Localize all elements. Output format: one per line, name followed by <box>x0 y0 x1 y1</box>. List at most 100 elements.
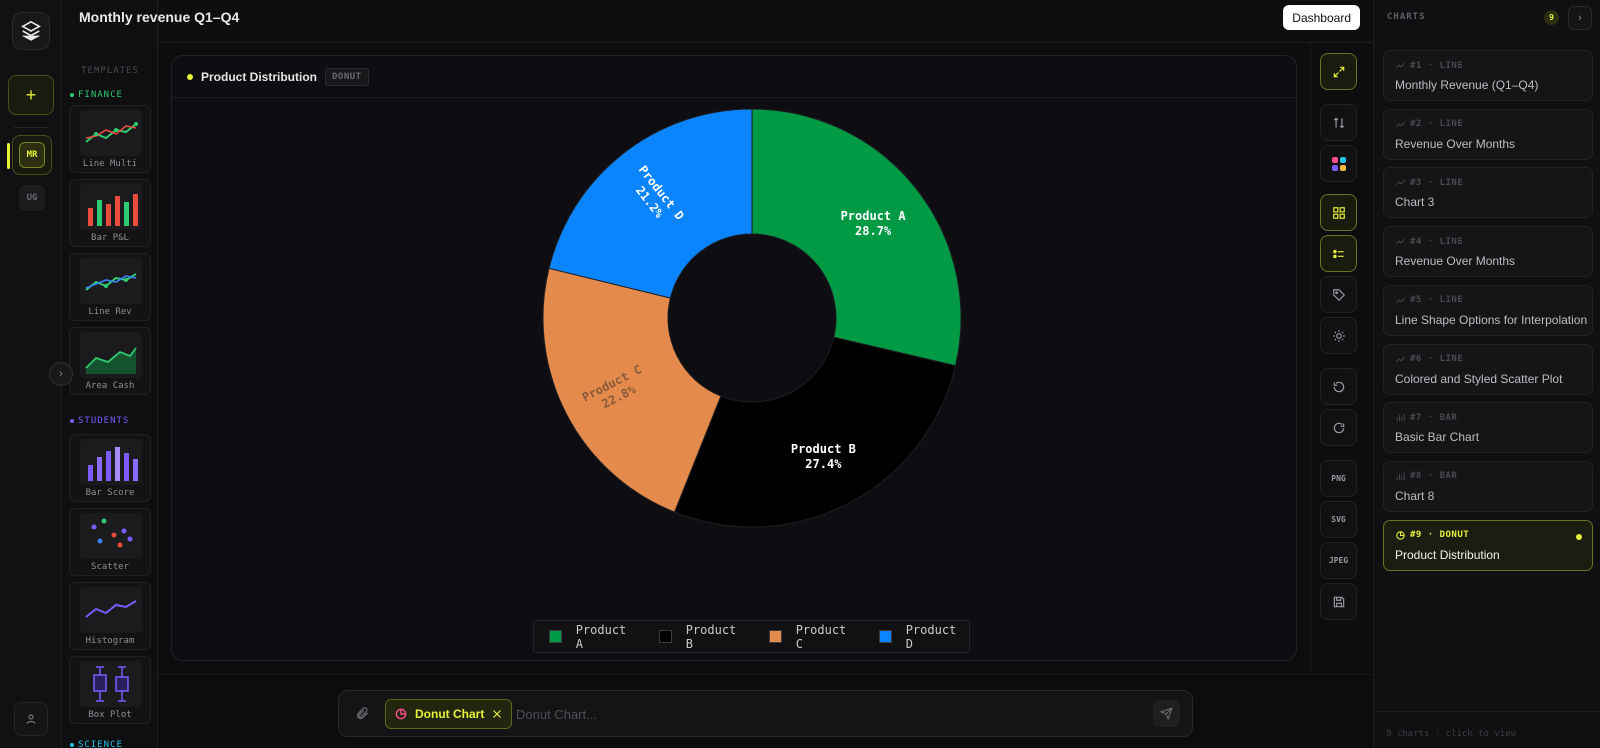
line-chart-icon <box>1396 121 1405 127</box>
donut-slice[interactable] <box>673 336 957 528</box>
grid-toggle-button[interactable] <box>1320 194 1357 231</box>
legend-swatch <box>549 630 562 643</box>
histogram-icon <box>85 600 137 618</box>
template-thumbnail <box>80 184 142 230</box>
chart-list-item[interactable]: #1 · LINE Monthly Revenue (Q1–Q4) <box>1383 50 1593 101</box>
template-bar-pl[interactable]: Bar P&L <box>69 179 151 247</box>
line-chart-icon <box>1396 62 1405 69</box>
export-svg-button[interactable]: SVG <box>1320 501 1357 538</box>
export-png-button[interactable]: PNG <box>1320 460 1357 497</box>
template-histogram[interactable]: Histogram <box>69 582 151 650</box>
labels-toggle-button[interactable] <box>1320 276 1357 313</box>
page-title: Monthly revenue Q1–Q4 <box>79 9 240 25</box>
line-chart-icon <box>1396 356 1405 362</box>
legend-label: Product D <box>905 622 957 651</box>
send-button[interactable] <box>1153 700 1180 727</box>
bar-chart-icon <box>1396 414 1405 422</box>
expand-button[interactable] <box>1320 53 1357 90</box>
theme-toggle-button[interactable] <box>1320 317 1357 354</box>
chart-item-name: Colored and Styled Scatter Plot <box>1395 371 1563 386</box>
close-icon[interactable] <box>491 708 503 720</box>
box-plot-icon <box>93 666 129 702</box>
new-chart-button[interactable]: + <box>8 75 54 115</box>
chart-list-item[interactable]: #3 · LINE Chart 3 <box>1383 167 1593 219</box>
swap-axes-button[interactable] <box>1320 104 1357 141</box>
chart-list-item[interactable]: #4 · LINE Revenue Over Months <box>1383 226 1593 278</box>
chart-item-meta: #1 · LINE <box>1395 60 1463 71</box>
prompt-box: Donut Chart <box>338 690 1193 737</box>
rail-divider <box>14 127 48 128</box>
chart-list-item[interactable]: #2 · LINE Revenue Over Months <box>1383 108 1593 160</box>
chevron-right-icon: › <box>1578 12 1582 24</box>
user-icon <box>26 714 36 724</box>
chart-item-meta: #7 · BAR <box>1395 412 1457 423</box>
template-group-students: STUDENTS <box>70 416 129 426</box>
palette-icon <box>1331 156 1346 171</box>
chart-toolbar: PNG SVG JPEG <box>1310 43 1372 674</box>
chart-item-meta: #2 · LINE <box>1395 119 1463 130</box>
template-thumbnail <box>80 110 142 156</box>
app-root: + MR UG › TEMPLATES FINANCE Line Multi B… <box>0 0 1600 748</box>
group-dot <box>70 93 74 97</box>
chart-item-name: Chart 3 <box>1395 195 1435 210</box>
chart-list-item[interactable]: #8 · BAR Chart 8 <box>1383 460 1593 512</box>
chart-list-item[interactable]: #6 · LINE Colored and Styled Scatter Plot <box>1383 343 1593 395</box>
chart-item-type: #6 · LINE <box>1410 354 1464 364</box>
chart-type-chip[interactable]: Donut Chart <box>385 699 513 729</box>
sidebar-toggle-button[interactable]: › <box>49 362 73 386</box>
rail-project-ug[interactable]: UG <box>12 178 52 218</box>
rail-project-mr[interactable]: MR <box>12 135 52 175</box>
grid-icon <box>1332 206 1345 219</box>
chart-item-name: Revenue Over Months <box>1395 254 1516 269</box>
dashboard-button[interactable]: Dashboard <box>1283 5 1360 30</box>
chart-item-type: #5 · LINE <box>1410 295 1464 306</box>
template-scatter[interactable]: Scatter <box>69 508 151 576</box>
chart-item-type: #9 · DONUT <box>1410 530 1470 541</box>
group-label: SCIENCE <box>78 740 123 748</box>
template-thumbnail <box>80 258 142 304</box>
slice-label-name: Product B <box>791 442 856 456</box>
template-box-plot[interactable]: Box Plot <box>69 656 151 724</box>
template-label: Bar Score <box>85 488 135 498</box>
prompt-input[interactable] <box>516 703 1136 725</box>
group-label: FINANCE <box>78 90 123 100</box>
legend-swatch <box>659 630 672 643</box>
legend-item[interactable]: Product C <box>769 623 859 651</box>
legend-item[interactable]: Product D <box>879 623 969 651</box>
chart-item-type: #1 · LINE <box>1410 60 1464 71</box>
top-header: Monthly revenue Q1–Q4 Dashboard <box>79 0 1372 43</box>
chart-list-item[interactable]: #9 · DONUT Product Distribution <box>1383 519 1593 571</box>
template-area-cash[interactable]: Area Cash <box>69 327 151 395</box>
logo[interactable] <box>12 12 50 50</box>
legend-toggle-button[interactable] <box>1320 235 1357 272</box>
export-jpeg-button[interactable]: JPEG <box>1320 542 1357 579</box>
template-bar-score[interactable]: Bar Score <box>69 434 151 502</box>
palette-button[interactable] <box>1320 145 1357 182</box>
donut-chart[interactable]: Product A28.7%Product B27.4%Product C22.… <box>172 56 1298 662</box>
template-group-science: SCIENCE <box>70 740 123 748</box>
save-button[interactable] <box>1320 583 1357 620</box>
prompt-area: Donut Chart <box>158 674 1372 748</box>
chart-list-item[interactable]: #7 · BAR Basic Bar Chart <box>1383 402 1593 454</box>
template-line-multi[interactable]: Line Multi <box>69 105 151 173</box>
chart-list-item[interactable]: #5 · LINE Line Shape Options for Interpol… <box>1383 284 1593 336</box>
charts-footer: 9 charts · click to view <box>1374 711 1600 748</box>
chart-item-name: Basic Bar Chart <box>1395 430 1480 445</box>
chevron-right-icon: › <box>59 368 63 380</box>
chart-legend: Product A Product B Product C Product D <box>533 620 970 653</box>
user-button[interactable] <box>14 702 48 736</box>
expand-icon <box>1333 66 1344 77</box>
template-line-rev[interactable]: Line Rev <box>69 253 151 321</box>
undo-button[interactable] <box>1320 368 1357 405</box>
charts-panel: CHARTS 9 › #1 · LINE Monthly Revenue (Q1–… <box>1373 0 1600 748</box>
attach-icon[interactable] <box>355 706 370 721</box>
legend-item[interactable]: Product A <box>549 623 639 651</box>
charts-panel-toggle[interactable]: › <box>1568 6 1592 30</box>
chart-item-meta: #6 · LINE <box>1395 354 1463 365</box>
active-dot <box>1576 533 1582 540</box>
redo-button[interactable] <box>1320 409 1357 446</box>
legend-label: Product A <box>575 622 627 651</box>
chart-item-type: #2 · LINE <box>1410 119 1464 130</box>
bar-chart-icon <box>88 194 138 226</box>
legend-item[interactable]: Product B <box>659 623 749 651</box>
